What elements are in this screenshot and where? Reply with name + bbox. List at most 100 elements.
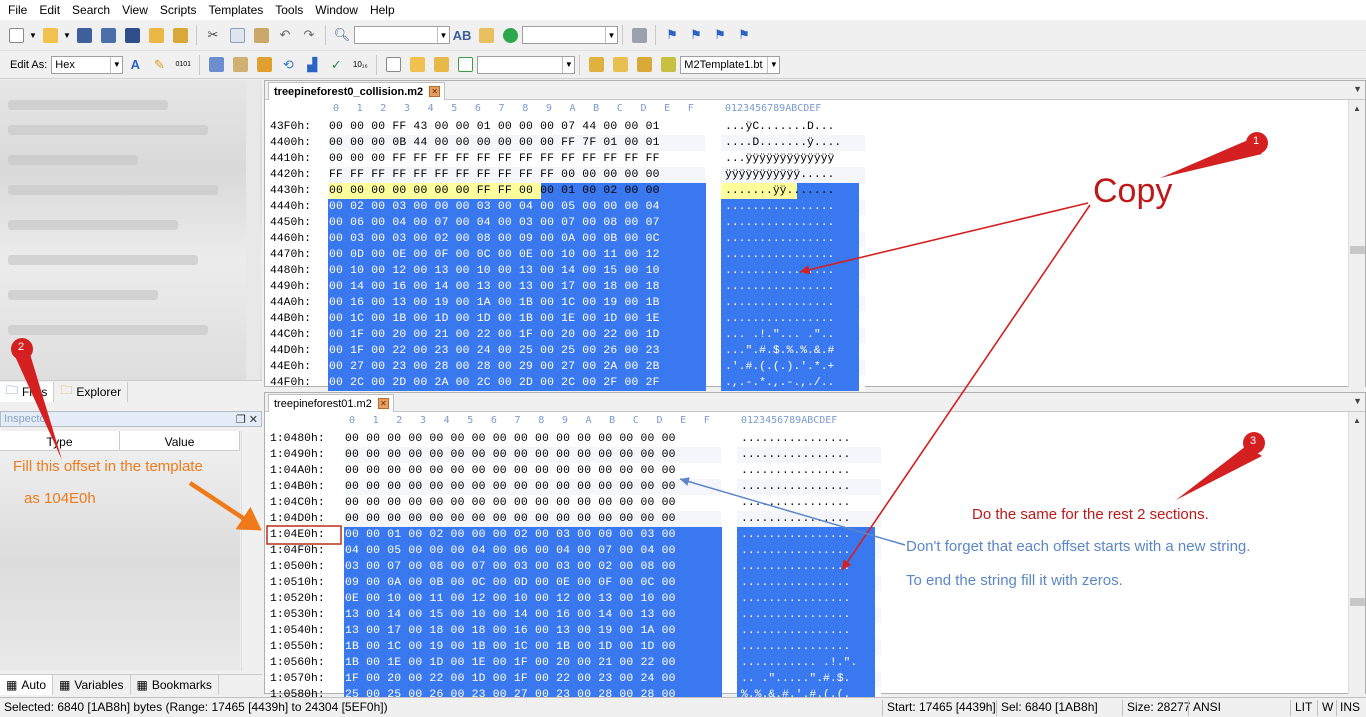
hex-row[interactable]: 1:0490h: 00 00 00 00 00 00 00 00 00 00 00… xyxy=(265,447,885,463)
hex-row[interactable]: 1:0570h: 1F 00 20 00 22 00 1D 00 1F 00 22… xyxy=(265,671,885,687)
paste-icon[interactable] xyxy=(250,25,272,45)
row-bytes[interactable]: 1B 00 1C 00 19 00 1B 00 1C 00 1B 00 1D 0… xyxy=(345,639,676,655)
row-ascii[interactable]: ................ xyxy=(725,311,834,327)
row-bytes[interactable]: 00 02 00 03 00 00 00 03 00 04 00 05 00 0… xyxy=(329,199,660,215)
scroll-thumb[interactable] xyxy=(1350,598,1365,606)
row-ascii[interactable]: ...ÿÿÿÿÿÿÿÿÿÿÿÿÿ xyxy=(725,151,834,167)
hex-row[interactable]: 44B0h: 00 1C 00 1B 00 1D 00 1D 00 1B 00 1… xyxy=(265,311,885,327)
bookmark-toggle-icon[interactable]: ⚑ xyxy=(661,25,683,45)
row-bytes[interactable]: 00 2C 00 2D 00 2A 00 2C 00 2D 00 2C 00 2… xyxy=(329,375,660,391)
tab-menu-icon[interactable]: ▼ xyxy=(1353,396,1362,406)
hex-row[interactable]: 1:0540h: 13 00 17 00 18 00 18 00 16 00 13… xyxy=(265,623,885,639)
tab-explorer[interactable]: 🗀 Explorer xyxy=(54,381,129,402)
row-bytes[interactable]: 13 00 17 00 18 00 18 00 16 00 13 00 19 0… xyxy=(345,623,676,639)
hex-row[interactable]: 44D0h: 00 1F 00 22 00 23 00 24 00 25 00 2… xyxy=(265,343,885,359)
goto-combo[interactable]: ▼ xyxy=(522,26,618,44)
row-bytes[interactable]: 0E 00 10 00 11 00 12 00 10 00 12 00 13 0… xyxy=(345,591,676,607)
file-tree[interactable] xyxy=(0,80,262,380)
hex-row[interactable]: 1:0500h: 03 00 07 00 08 00 07 00 03 00 03… xyxy=(265,559,885,575)
calculator-icon[interactable] xyxy=(205,55,227,75)
row-ascii[interactable]: ................ xyxy=(725,199,834,215)
row-bytes[interactable]: 00 1F 00 20 00 21 00 22 00 1F 00 20 00 2… xyxy=(329,327,660,343)
hex-row[interactable]: 1:04F0h: 04 00 05 00 00 00 04 00 06 00 04… xyxy=(265,543,885,559)
run-template-icon[interactable] xyxy=(585,55,607,75)
hex-row[interactable]: 44A0h: 00 16 00 13 00 19 00 1A 00 1B 00 1… xyxy=(265,295,885,311)
row-ascii[interactable]: ................ xyxy=(725,215,834,231)
open-dropdown-icon[interactable]: ▼ xyxy=(62,25,72,45)
redo-icon[interactable]: ↷ xyxy=(298,25,320,45)
file-tab-collision[interactable]: treepineforest0_collision.m2 ✕ xyxy=(268,82,446,100)
print-icon[interactable] xyxy=(628,25,650,45)
hex-row[interactable]: 1:04E0h: 00 00 01 00 02 00 00 00 02 00 03… xyxy=(265,527,885,543)
scroll-thumb[interactable] xyxy=(1350,246,1365,254)
hex-row[interactable]: 4440h: 00 02 00 03 00 00 00 03 00 04 00 0… xyxy=(265,199,885,215)
menu-edit[interactable]: Edit xyxy=(33,0,66,20)
row-ascii[interactable]: ................ xyxy=(725,279,834,295)
open-recent-icon[interactable] xyxy=(145,25,167,45)
cut-icon[interactable]: ✂ xyxy=(202,25,224,45)
scroll-up-icon[interactable]: ▲ xyxy=(1349,412,1365,428)
menu-file[interactable]: File xyxy=(2,0,33,20)
row-ascii[interactable]: ................ xyxy=(741,591,850,607)
find-in-files-icon[interactable] xyxy=(475,25,497,45)
status-insert-mode[interactable]: INS xyxy=(1340,700,1360,714)
edit-template-icon[interactable] xyxy=(633,55,655,75)
hex-row[interactable]: 4410h: 00 00 00 FF FF FF FF FF FF FF FF F… xyxy=(265,151,885,167)
base-converter-icon[interactable]: ✓ xyxy=(325,55,347,75)
menu-help[interactable]: Help xyxy=(364,0,401,20)
goto-icon[interactable] xyxy=(499,25,521,45)
inspector-column-value[interactable]: Value xyxy=(120,431,240,450)
row-bytes[interactable]: 00 00 00 00 00 00 00 00 00 00 00 00 00 0… xyxy=(345,447,676,463)
row-ascii[interactable]: ....D.......ÿ.... xyxy=(725,135,841,151)
row-ascii[interactable]: ................ xyxy=(741,639,850,655)
hex-row[interactable]: 44E0h: 00 27 00 23 00 28 00 28 00 29 00 2… xyxy=(265,359,885,375)
hex-row[interactable]: 1:0510h: 09 00 0A 00 0B 00 0C 00 0D 00 0E… xyxy=(265,575,885,591)
status-encoding[interactable]: ANSI xyxy=(1193,700,1221,714)
row-ascii[interactable]: ........... .!.". xyxy=(741,655,857,671)
hex-row[interactable]: 44F0h: 00 2C 00 2D 00 2A 00 2C 00 2D 00 2… xyxy=(265,375,885,391)
close-icon[interactable]: ✕ xyxy=(377,398,389,409)
script-combo[interactable]: ▼ xyxy=(477,55,576,74)
hex-row[interactable]: 1:0520h: 0E 00 10 00 11 00 12 00 10 00 12… xyxy=(265,591,885,607)
template-run-icon[interactable] xyxy=(454,55,476,75)
hex-row[interactable]: 1:04B0h: 00 00 00 00 00 00 00 00 00 00 00… xyxy=(265,479,885,495)
row-bytes[interactable]: 00 00 00 00 00 00 00 00 00 00 00 00 00 0… xyxy=(345,431,676,447)
template-icon[interactable] xyxy=(382,55,404,75)
tab-auto[interactable]: ▦ Auto xyxy=(0,674,54,695)
menu-window[interactable]: Window xyxy=(309,0,364,20)
undo-icon[interactable]: ↶ xyxy=(274,25,296,45)
find-combo[interactable]: ▼ xyxy=(354,26,450,44)
hex-row[interactable]: 44C0h: 00 1F 00 20 00 21 00 22 00 1F 00 2… xyxy=(265,327,885,343)
row-bytes[interactable]: 00 16 00 13 00 19 00 1A 00 1B 00 1C 00 1… xyxy=(329,295,660,311)
tab-bookmarks[interactable]: ▦ Bookmarks xyxy=(131,674,219,695)
hex-row[interactable]: 4400h: 00 00 00 0B 44 00 00 00 00 00 00 F… xyxy=(265,135,885,151)
find-replace-icon[interactable]: AB xyxy=(451,25,473,45)
hex-row[interactable]: 1:0480h: 00 00 00 00 00 00 00 00 00 00 00… xyxy=(265,431,885,447)
row-ascii[interactable]: ................ xyxy=(741,495,850,511)
hex-row[interactable]: 4460h: 00 03 00 03 00 02 00 08 00 09 00 0… xyxy=(265,231,885,247)
apply-template-icon[interactable] xyxy=(657,55,679,75)
inspector-column-type[interactable]: Type xyxy=(0,431,120,450)
row-ascii[interactable]: ................ xyxy=(741,623,850,639)
row-bytes[interactable]: 13 00 14 00 15 00 10 00 14 00 16 00 14 0… xyxy=(345,607,676,623)
save-as-icon[interactable] xyxy=(97,25,119,45)
row-ascii[interactable]: ................ xyxy=(741,463,850,479)
row-ascii[interactable]: ................ xyxy=(725,295,834,311)
inspector-window-controls[interactable]: ❐ ✕ xyxy=(236,413,258,426)
hex-row[interactable]: 4470h: 00 0D 00 0E 00 0F 00 0C 00 0E 00 1… xyxy=(265,247,885,263)
row-bytes[interactable]: 04 00 05 00 00 00 04 00 06 00 04 00 07 0… xyxy=(345,543,676,559)
histogram-icon[interactable]: ▟ xyxy=(301,55,323,75)
row-bytes[interactable]: 00 14 00 16 00 14 00 13 00 13 00 17 00 1… xyxy=(329,279,660,295)
scroll-up-icon[interactable]: ▲ xyxy=(1349,100,1365,116)
row-ascii[interactable]: ................ xyxy=(725,231,834,247)
row-ascii[interactable]: ...ÿC.......D... xyxy=(725,119,834,135)
hex-row[interactable]: 43F0h: 00 00 00 FF 43 00 00 01 00 00 00 0… xyxy=(265,119,885,135)
bookmark-clear-icon[interactable]: ⚑ xyxy=(733,25,755,45)
font-icon[interactable]: A xyxy=(124,55,146,75)
row-bytes[interactable]: 00 06 00 04 00 07 00 04 00 03 00 07 00 0… xyxy=(329,215,660,231)
row-ascii[interactable]: .'.#.(.(.).'.*.+ xyxy=(725,359,834,375)
row-ascii[interactable]: ................ xyxy=(725,263,834,279)
menu-search[interactable]: Search xyxy=(66,0,116,20)
row-ascii[interactable]: ................ xyxy=(741,527,850,543)
menu-scripts[interactable]: Scripts xyxy=(154,0,203,20)
